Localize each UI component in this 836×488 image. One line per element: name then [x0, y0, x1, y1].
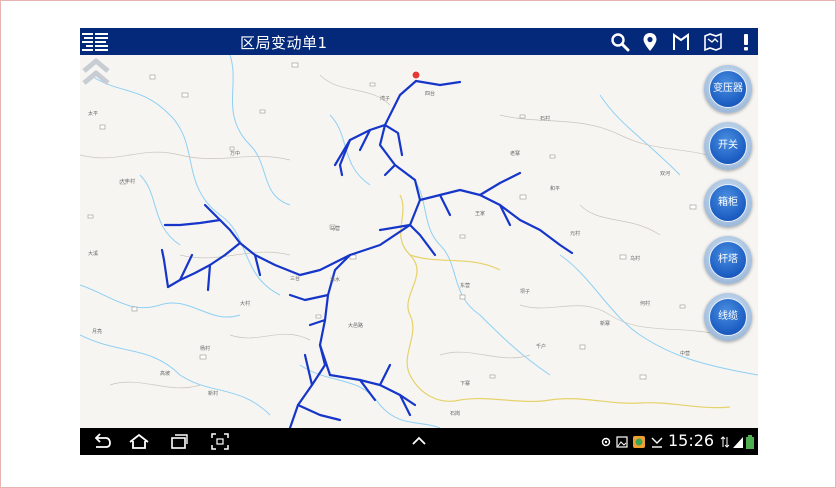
map-label: 杨村	[200, 345, 210, 352]
transformer-button-label: 变压器	[709, 70, 747, 108]
map-label: 乌村	[630, 255, 640, 262]
map-label: 中营	[680, 350, 690, 357]
map-label: 湾子	[380, 95, 390, 102]
back-icon[interactable]	[92, 432, 112, 451]
map-icon[interactable]	[703, 32, 723, 52]
map-view[interactable]: 大丰村 大村 大溪 万中 王家 四台 马营 东营 杨村 石村 乌村 老寨 下寨 …	[80, 55, 758, 428]
map-label: 清水	[330, 276, 340, 283]
title-bar: 区局变动单1	[80, 28, 758, 55]
gps-icon	[601, 437, 611, 447]
collapse-up-icon[interactable]	[80, 55, 112, 87]
map-label: 下寨	[460, 380, 470, 387]
map-label: 和平	[550, 185, 560, 192]
map-label: 高坡	[160, 370, 170, 377]
alert-icon[interactable]	[736, 32, 756, 52]
map-label: 坝子	[520, 288, 530, 295]
map-label: 新村	[208, 390, 218, 397]
cabinet-button[interactable]: 箱柜	[704, 179, 752, 227]
app-logo-icon	[80, 30, 110, 53]
transformer-button[interactable]: 变压器	[704, 65, 752, 113]
system-navigation-bar: 15:26	[80, 428, 758, 455]
app-notification-icon	[633, 436, 645, 448]
map-label: 石村	[540, 115, 550, 122]
map-canvas[interactable]: 大丰村 大村 大溪 万中 王家 四台 马营 东营 杨村 石村 乌村 老寨 下寨 …	[80, 55, 758, 428]
up-chevron-icon[interactable]	[410, 432, 428, 451]
map-label: 大溪	[88, 250, 98, 257]
map-label: 东营	[460, 282, 470, 289]
screenshot-icon[interactable]	[210, 432, 230, 451]
map-label: 千户	[536, 343, 546, 350]
missed-call-icon	[651, 437, 663, 448]
switch-button[interactable]: 开关	[704, 122, 752, 170]
signal-icon	[733, 437, 743, 448]
flag-icon[interactable]	[671, 32, 691, 52]
map-label: 双河	[660, 170, 670, 177]
map-label: 老寨	[510, 150, 520, 157]
map-label: 马营	[330, 225, 340, 232]
map-label: 新寨	[600, 320, 610, 327]
location-pin-icon[interactable]	[640, 32, 660, 52]
map-label: 何村	[640, 300, 650, 307]
search-icon[interactable]	[610, 32, 630, 52]
app-title: 区局变动单1	[240, 34, 328, 52]
map-label: 万中	[230, 150, 240, 157]
map-label: 大村	[240, 300, 250, 307]
map-label: 三台	[290, 275, 300, 282]
map-label: 大丰村	[120, 178, 135, 185]
clock: 15:26	[668, 431, 715, 450]
data-indicator-icon	[720, 436, 730, 448]
switch-button-label: 开关	[709, 127, 747, 165]
tower-button-label: 杆塔	[709, 241, 747, 279]
tablet-screen: 区局变动单1 大丰村 大村 大溪 万中 王家 四台 马营 东营 杨村 石村 乌村…	[80, 28, 758, 455]
home-icon[interactable]	[128, 432, 150, 451]
map-label: 大邑路	[348, 322, 363, 329]
map-label: 四台	[425, 90, 435, 97]
map-label: 石岗	[450, 411, 460, 417]
tower-button[interactable]: 杆塔	[704, 236, 752, 284]
map-label: 月亮	[92, 328, 102, 335]
recent-apps-icon[interactable]	[169, 432, 189, 451]
map-label: 太平	[88, 110, 98, 117]
map-label: 元村	[570, 230, 580, 237]
cabinet-button-label: 箱柜	[709, 184, 747, 222]
battery-icon	[746, 435, 754, 449]
cable-button[interactable]: 线缆	[704, 293, 752, 341]
map-label: 王家	[475, 210, 485, 217]
image-icon	[616, 436, 628, 448]
cable-button-label: 线缆	[709, 298, 747, 336]
